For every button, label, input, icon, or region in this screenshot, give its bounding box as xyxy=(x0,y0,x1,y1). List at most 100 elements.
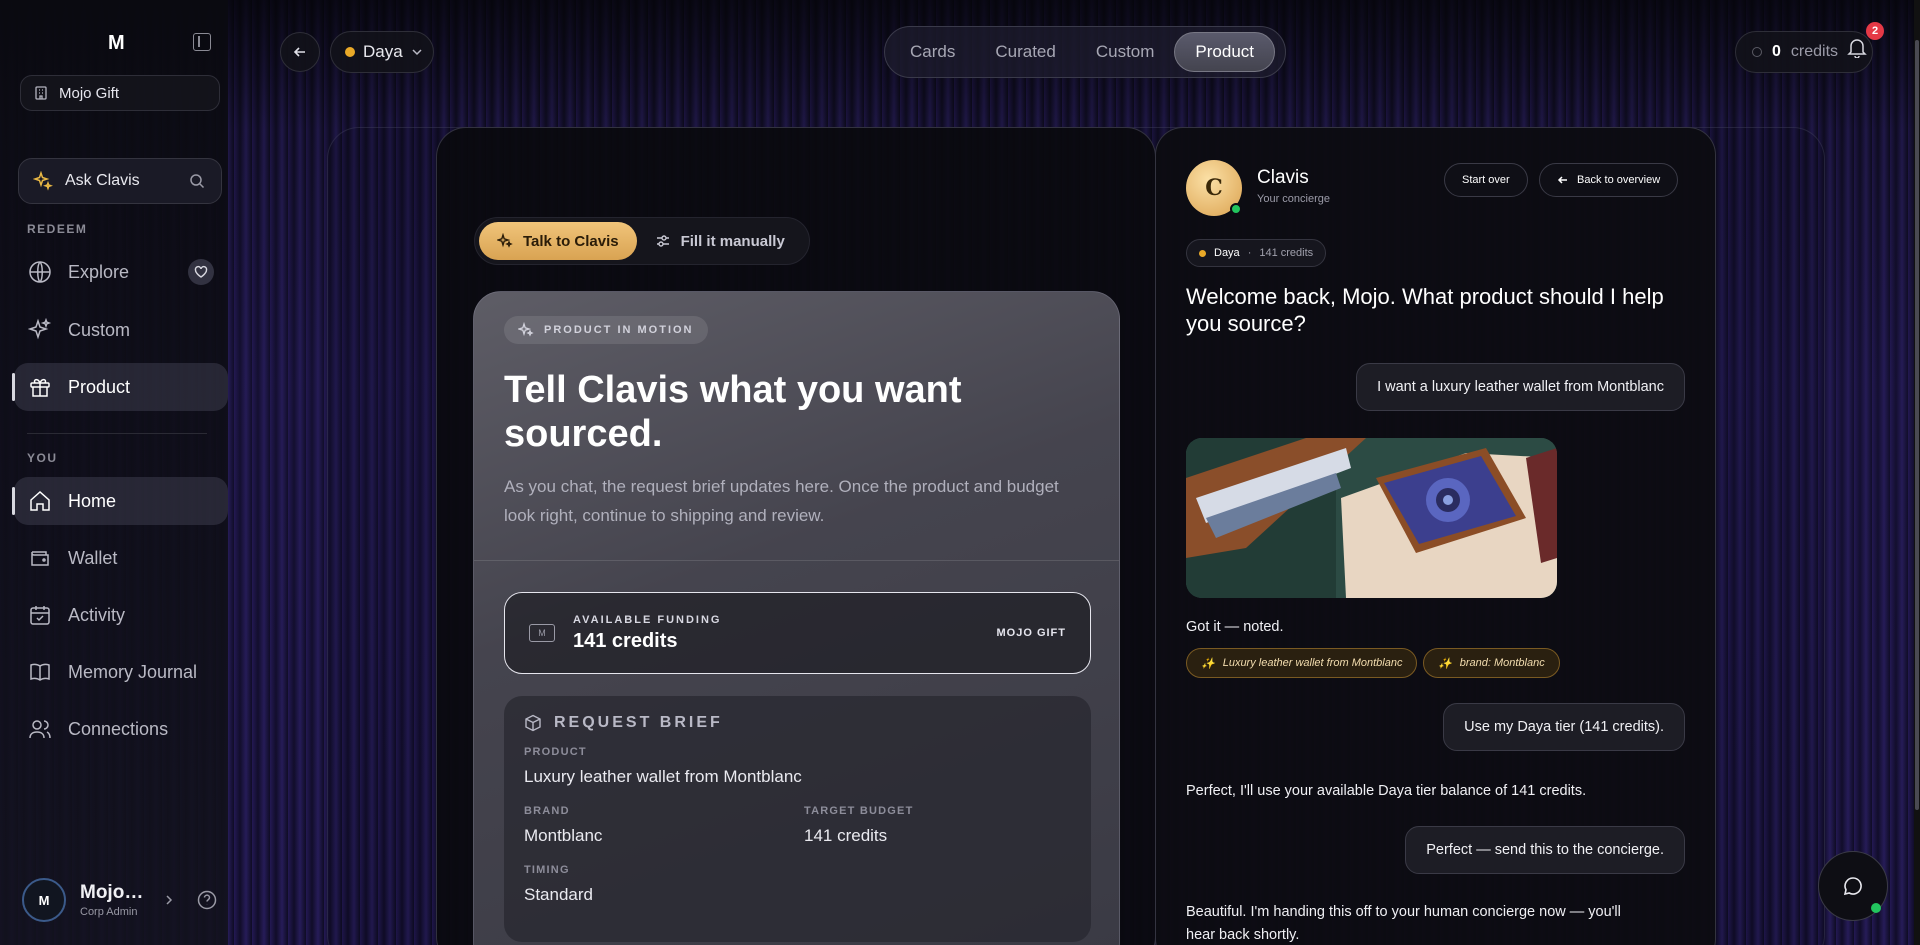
help-icon[interactable] xyxy=(197,890,217,910)
funding-card[interactable]: M AVAILABLE FUNDING 141 credits MOJO GIF… xyxy=(504,592,1091,674)
talk-label: Talk to Clavis xyxy=(523,232,619,250)
nav-label: Memory Journal xyxy=(68,661,198,682)
input-mode-toggle: Talk to Clavis Fill it manually xyxy=(474,217,810,265)
start-over-label: Start over xyxy=(1462,174,1510,186)
request-brief: REQUEST BRIEF PRODUCT Luxury leather wal… xyxy=(504,696,1091,942)
assistant-message: Beautiful. I'm handing this off to your … xyxy=(1186,904,1621,943)
timing-value: Standard xyxy=(524,885,593,904)
concierge-role: Your concierge xyxy=(1257,193,1330,205)
chip-label: PRODUCT IN MOTION xyxy=(544,324,694,336)
request-card: PRODUCT IN MOTION Tell Clavis what you w… xyxy=(473,291,1120,945)
budget-label: TARGET BUDGET xyxy=(804,805,914,817)
nav-activity[interactable]: Activity xyxy=(14,591,228,639)
card-icon: M xyxy=(529,624,555,642)
nav-wallet[interactable]: Wallet xyxy=(14,534,228,582)
brand-value: Montblanc xyxy=(524,826,603,845)
tier-dot xyxy=(345,47,355,57)
users-icon xyxy=(29,720,51,739)
sparkles-icon xyxy=(497,233,513,248)
arrow-left-icon xyxy=(1557,176,1567,184)
sparkle-icon: ✨ xyxy=(1201,657,1215,670)
nav-product[interactable]: Product xyxy=(12,363,228,411)
section-redeem: REDEEM xyxy=(27,222,88,236)
user-name: Mojo… xyxy=(80,882,144,903)
ask-clavis-button[interactable]: Ask Clavis xyxy=(18,158,222,204)
nav-custom[interactable]: Custom xyxy=(14,306,228,354)
user-message: I want a luxury leather wallet from Mont… xyxy=(1356,363,1685,411)
nav-label: Explore xyxy=(68,261,130,282)
brief-title: REQUEST BRIEF xyxy=(554,714,723,731)
sparkles-icon xyxy=(33,171,53,191)
org-name: Mojo Gift xyxy=(59,84,120,102)
tier-chip: Daya · 141 credits xyxy=(1186,239,1327,267)
avatar: M xyxy=(22,878,66,922)
scrollbar-thumb[interactable] xyxy=(1915,40,1919,810)
extracted-tag[interactable]: ✨ brand: Montblanc xyxy=(1423,648,1560,678)
card-subtitle: As you chat, the request brief updates h… xyxy=(504,477,1059,525)
timing-label: TIMING xyxy=(524,864,570,876)
section-you: YOU xyxy=(27,451,58,465)
coin-icon xyxy=(1752,47,1762,57)
mode-tabs: Cards Curated Custom Product xyxy=(884,26,1286,78)
welcome-message: Welcome back, Mojo. What product should … xyxy=(1186,284,1664,336)
product-label: PRODUCT xyxy=(524,746,587,758)
nav-memory-journal[interactable]: Memory Journal xyxy=(14,648,228,696)
tag-label: Luxury leather wallet from Montblanc xyxy=(1222,657,1403,669)
nav-explore[interactable]: Explore xyxy=(14,248,228,296)
assistant-message: Perfect, I'll use your available Daya ti… xyxy=(1186,783,1587,799)
sidebar-collapse-icon[interactable] xyxy=(193,33,211,51)
divider xyxy=(474,560,1119,561)
tab-cards[interactable]: Cards xyxy=(890,32,975,72)
home-icon xyxy=(30,490,50,511)
nav-label: Connections xyxy=(68,718,169,739)
back-to-overview-button[interactable]: Back to overview xyxy=(1539,163,1679,197)
user-menu[interactable]: M Mojo… Corp Admin xyxy=(22,878,175,922)
sparkle-icon: ✨ xyxy=(1438,657,1452,670)
nav-connections[interactable]: Connections xyxy=(14,705,228,753)
fill-manually-button[interactable]: Fill it manually xyxy=(637,222,803,260)
funding-value: 141 credits xyxy=(573,629,678,652)
talk-to-clavis-button[interactable]: Talk to Clavis xyxy=(479,222,637,260)
nav-label: Activity xyxy=(68,604,126,625)
funding-source: MOJO GIFT xyxy=(996,627,1066,639)
logo: M xyxy=(108,32,125,54)
tier-chip-name: Daya xyxy=(1214,247,1240,259)
search-icon xyxy=(190,174,205,189)
start-over-button[interactable]: Start over xyxy=(1444,163,1528,197)
heart-icon[interactable] xyxy=(188,259,214,285)
back-button[interactable] xyxy=(280,32,320,72)
tab-curated[interactable]: Curated xyxy=(975,32,1075,72)
status-chip: PRODUCT IN MOTION xyxy=(504,316,708,344)
nav-label: Home xyxy=(68,490,117,511)
product-value: Luxury leather wallet from Montblanc xyxy=(524,767,802,786)
nav-label: Custom xyxy=(68,319,131,340)
divider xyxy=(27,433,207,434)
credits-label: credits xyxy=(1790,43,1839,60)
tab-product[interactable]: Product xyxy=(1174,32,1276,72)
concierge-name: Clavis xyxy=(1257,167,1309,188)
separator-dot: · xyxy=(1247,247,1252,259)
budget-value: 141 credits xyxy=(804,826,888,845)
calendar-icon xyxy=(30,606,50,625)
online-indicator xyxy=(1230,203,1242,215)
book-icon xyxy=(30,663,50,681)
nav-label: Product xyxy=(68,376,131,397)
credits-value: 0 xyxy=(1772,43,1781,60)
back-label: Back to overview xyxy=(1577,174,1661,186)
nav-home[interactable]: Home xyxy=(12,477,228,525)
notification-badge: 2 xyxy=(1866,22,1884,40)
tier-chip-credits: 141 credits xyxy=(1259,247,1314,259)
sliders-icon xyxy=(656,235,669,247)
box-icon xyxy=(525,714,541,732)
tier-selector[interactable]: Daya xyxy=(330,31,434,73)
org-switcher[interactable]: Mojo Gift xyxy=(20,75,220,111)
sparkles-icon xyxy=(28,318,52,340)
arrow-left-icon xyxy=(293,47,305,57)
bell-icon[interactable] xyxy=(1846,36,1868,58)
extracted-tag[interactable]: ✨ Luxury leather wallet from Montblanc xyxy=(1186,648,1418,678)
sidebar: M Mojo Gift Ask Clavis REDEEM Explore Cu… xyxy=(0,0,228,945)
ask-label: Ask Clavis xyxy=(65,172,140,189)
chat-bubble-icon xyxy=(1843,877,1862,896)
tab-custom[interactable]: Custom xyxy=(1076,32,1175,72)
sparkles-icon xyxy=(518,322,534,337)
